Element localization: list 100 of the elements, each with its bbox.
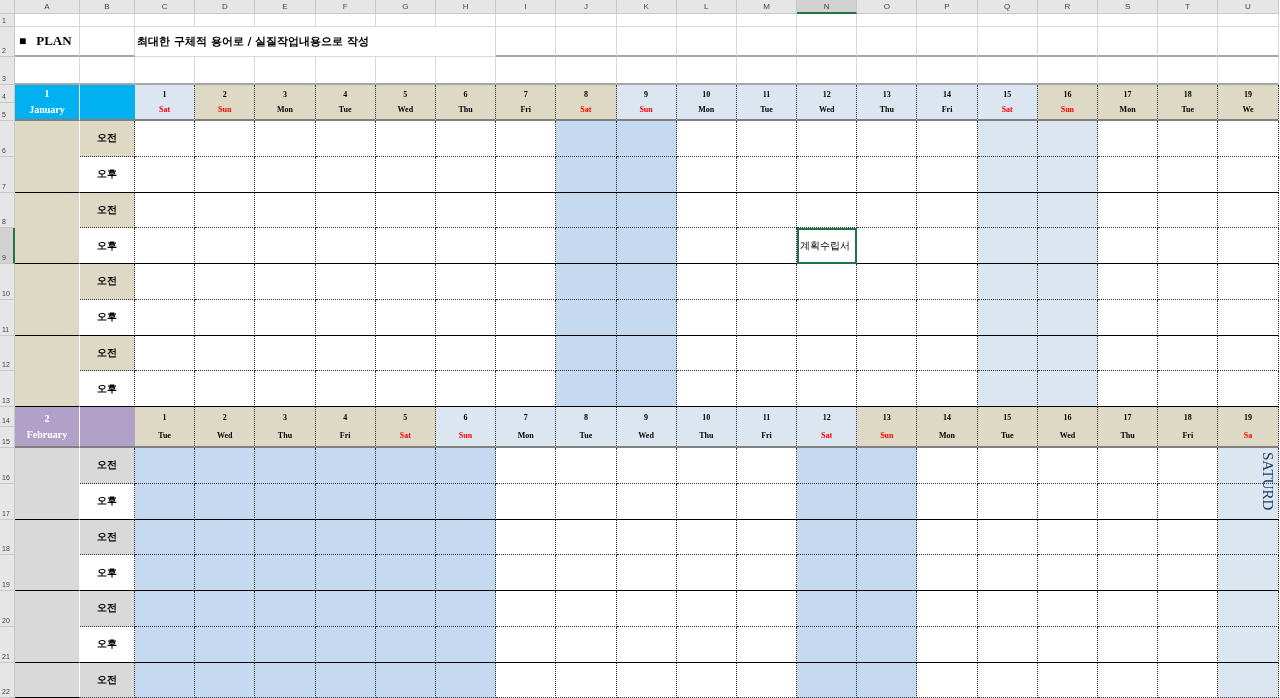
sheet-cell[interactable] <box>1158 662 1219 698</box>
sheet-cell[interactable] <box>195 371 256 407</box>
sheet-cell[interactable] <box>375 591 436 627</box>
sheet-cell[interactable] <box>1037 591 1098 627</box>
column-header[interactable]: G <box>375 0 436 14</box>
sheet-cell[interactable] <box>917 335 978 372</box>
sheet-cell[interactable] <box>736 591 798 627</box>
sheet-cell[interactable] <box>797 591 858 627</box>
sheet-cell[interactable] <box>616 662 677 698</box>
sheet-cell[interactable] <box>255 371 316 407</box>
sheet-cell[interactable] <box>255 156 316 193</box>
sheet-cell[interactable] <box>315 335 376 372</box>
sheet-cell[interactable] <box>496 483 557 520</box>
sheet-cell[interactable] <box>195 264 256 300</box>
sheet-cell[interactable] <box>496 335 557 372</box>
sheet-cell[interactable] <box>556 626 617 663</box>
sheet-cell[interactable] <box>1158 371 1219 407</box>
sheet-cell[interactable] <box>676 448 737 484</box>
sheet-cell[interactable] <box>556 156 617 193</box>
sheet-cell[interactable] <box>195 555 256 591</box>
sheet-cell[interactable] <box>736 264 798 300</box>
sheet-cell[interactable] <box>435 555 497 591</box>
sheet-cell[interactable] <box>1037 662 1098 698</box>
sheet-cell[interactable] <box>977 591 1038 627</box>
sheet-cell[interactable] <box>676 371 737 407</box>
column-header[interactable]: L <box>676 0 737 14</box>
sheet-cell[interactable] <box>1098 335 1159 372</box>
column-header[interactable]: S <box>1098 0 1159 14</box>
active-cell[interactable]: 계획수립서 <box>797 228 858 264</box>
sheet-cell[interactable] <box>435 371 497 407</box>
sheet-cell[interactable] <box>917 299 978 336</box>
sheet-cell[interactable] <box>435 483 497 520</box>
sheet-cell[interactable] <box>917 448 978 484</box>
sheet-cell[interactable] <box>135 662 196 698</box>
sheet-cell[interactable] <box>857 555 918 591</box>
sheet-cell[interactable] <box>435 448 497 484</box>
sheet-cell[interactable] <box>435 662 497 698</box>
column-header[interactable]: F <box>315 0 376 14</box>
sheet-cell[interactable] <box>315 121 376 157</box>
sheet-cell[interactable] <box>616 228 677 264</box>
sheet-cell[interactable] <box>857 371 918 407</box>
sheet-cell[interactable] <box>616 555 677 591</box>
sheet-cell[interactable] <box>676 483 737 520</box>
sheet-cell[interactable] <box>736 626 798 663</box>
sheet-cell[interactable] <box>1037 192 1098 229</box>
column-header[interactable]: M <box>736 0 798 14</box>
sheet-cell[interactable] <box>1037 519 1098 556</box>
sheet-cell[interactable] <box>556 662 617 698</box>
sheet-cell[interactable] <box>676 626 737 663</box>
sheet-cell[interactable] <box>797 192 858 229</box>
sheet-cell[interactable] <box>616 335 677 372</box>
sheet-cell[interactable] <box>977 662 1038 698</box>
sheet-cell[interactable] <box>1158 299 1219 336</box>
sheet-cell[interactable] <box>977 555 1038 591</box>
sheet-cell[interactable] <box>977 371 1038 407</box>
sheet-cell[interactable] <box>195 662 256 698</box>
sheet-cell[interactable] <box>1158 626 1219 663</box>
column-header[interactable]: P <box>917 0 978 14</box>
sheet-cell[interactable] <box>736 662 798 698</box>
sheet-cell[interactable] <box>435 192 497 229</box>
sheet-cell[interactable] <box>616 192 677 229</box>
sheet-cell[interactable] <box>255 519 316 556</box>
sheet-cell[interactable] <box>917 264 978 300</box>
sheet-cell[interactable] <box>1037 121 1098 157</box>
sheet-cell[interactable] <box>496 662 557 698</box>
sheet-cell[interactable] <box>375 192 436 229</box>
sheet-cell[interactable] <box>255 555 316 591</box>
sheet-cell[interactable] <box>435 591 497 627</box>
column-header[interactable]: I <box>496 0 557 14</box>
sheet-cell[interactable] <box>255 591 316 627</box>
sheet-cell[interactable] <box>797 662 858 698</box>
sheet-cell[interactable] <box>556 371 617 407</box>
sheet-cell[interactable] <box>857 626 918 663</box>
sheet-cell[interactable] <box>195 192 256 229</box>
sheet-cell[interactable] <box>556 299 617 336</box>
sheet-cell[interactable] <box>797 299 858 336</box>
sheet-cell[interactable] <box>1158 448 1219 484</box>
sheet-cell[interactable] <box>676 228 737 264</box>
sheet-cell[interactable] <box>857 121 918 157</box>
sheet-cell[interactable] <box>375 121 436 157</box>
sheet-cell[interactable] <box>135 591 196 627</box>
sheet-cell[interactable] <box>616 156 677 193</box>
sheet-cell[interactable] <box>375 299 436 336</box>
sheet-cell[interactable] <box>135 371 196 407</box>
sheet-cell[interactable] <box>435 299 497 336</box>
sheet-cell[interactable] <box>1158 483 1219 520</box>
sheet-cell[interactable] <box>797 156 858 193</box>
sheet-cell[interactable] <box>676 555 737 591</box>
sheet-cell[interactable] <box>736 335 798 372</box>
sheet-cell[interactable] <box>616 264 677 300</box>
column-header[interactable]: T <box>1158 0 1219 14</box>
column-header[interactable]: R <box>1037 0 1098 14</box>
sheet-cell[interactable] <box>977 264 1038 300</box>
sheet-cell[interactable] <box>977 299 1038 336</box>
sheet-cell[interactable] <box>135 448 196 484</box>
sheet-cell[interactable] <box>917 555 978 591</box>
sheet-cell[interactable] <box>1098 121 1159 157</box>
sheet-cell[interactable] <box>736 228 798 264</box>
sheet-cell[interactable] <box>435 626 497 663</box>
sheet-cell[interactable] <box>556 121 617 157</box>
